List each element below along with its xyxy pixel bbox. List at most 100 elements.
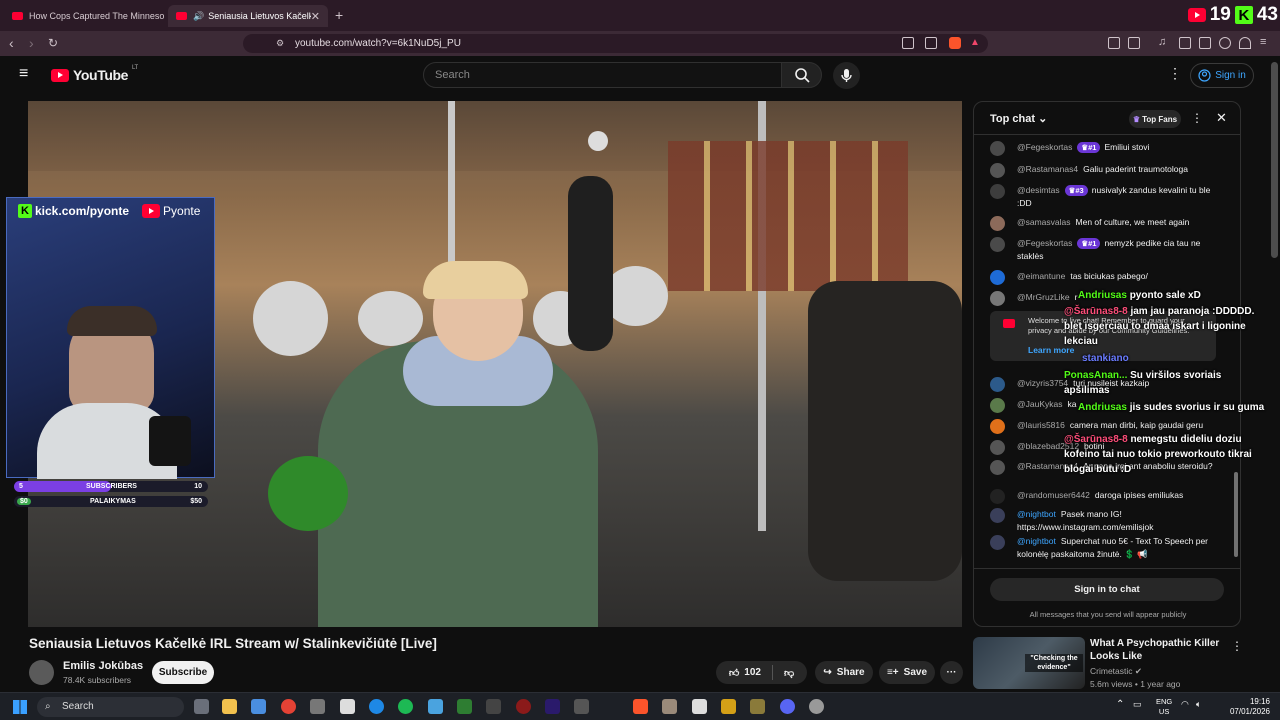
discord-icon[interactable] [780,699,795,714]
network-icon[interactable]: ▭ [1133,699,1142,710]
search-button[interactable] [781,62,822,88]
chat-author[interactable]: @eimantune [1017,271,1065,281]
photos-icon[interactable] [428,699,443,714]
sidebar-icon[interactable] [1179,37,1191,49]
edge-icon[interactable] [369,699,384,714]
app-icon[interactable] [692,699,707,714]
app-icon[interactable] [310,699,325,714]
reload-icon[interactable]: ↻ [48,36,58,50]
recommended-thumbnail[interactable]: "Checking the evidence" [973,637,1085,689]
close-chat-icon[interactable]: ✕ [1216,110,1227,126]
page-scroll-thumb[interactable] [1271,62,1278,258]
share-label: Share [836,667,865,678]
back-icon[interactable]: ‹ [9,35,14,51]
overlay-username: @Šarūnas8-8 [1064,434,1128,445]
app-icon[interactable] [662,699,677,714]
brave-rewards-icon[interactable]: ▲ [970,37,980,48]
chat-mode-dropdown[interactable]: Top chat ⌄ [990,112,1047,125]
app-icon[interactable] [750,699,765,714]
vpn-icon[interactable] [1239,37,1251,49]
recommended-more-icon[interactable]: ⋮ [1231,639,1243,653]
hamburger-menu-icon[interactable]: ≡ [19,65,28,83]
search-input[interactable]: Search [423,62,782,88]
chat-author[interactable]: @Fegeskortas [1017,142,1072,152]
sign-in-to-chat-button[interactable]: Sign in to chat [990,578,1224,601]
subscribe-button[interactable]: Subscribe [152,661,214,684]
youtube-channel-name: Pyonte [163,204,201,218]
address-field[interactable]: ⚙ youtube.com/watch?v=6k1NuD5j_PU [243,34,988,53]
close-tab-icon[interactable]: ✕ [311,10,320,23]
chrome-icon[interactable] [281,699,296,714]
save-button[interactable]: ≡+ Save [879,661,935,684]
app-icon[interactable] [721,699,736,714]
wallet-icon[interactable] [1199,37,1211,49]
chat-scrollbar[interactable] [1234,142,1238,562]
extensions-icon[interactable] [1108,37,1120,49]
like-button[interactable]: 👍︎ 102 [729,667,761,679]
taskbar-search[interactable]: ⌕ Search [37,697,184,717]
screenshot-icon[interactable] [1128,37,1140,49]
input-language[interactable]: ENG US [1156,697,1172,717]
chat-message: @nightbot Pasek mano IG! https://www.inst… [990,508,1226,534]
recommended-title[interactable]: What A Psychopathic Killer Looks Like [1090,637,1225,663]
tray-chevron-icon[interactable]: ⌃ [1116,699,1124,710]
chat-author[interactable]: @lauris5816 [1017,420,1065,430]
browser-tab-active[interactable]: 🔊 Seniausia Lietuvos Kačelkė IRL ✕ [168,5,328,27]
site-info-icon[interactable]: ⚙ [276,34,284,53]
dislike-button[interactable]: 👎︎ [784,667,794,679]
recommended-channel[interactable]: Crimetastic ✔ [1090,666,1142,677]
browser-tab[interactable]: How Cops Captured The Minnesota [4,5,164,27]
obs-icon[interactable] [809,699,824,714]
sign-in-button[interactable]: Sign in [1190,63,1254,88]
leo-icon[interactable] [1219,37,1231,49]
volume-icon[interactable]: 🔈︎ [1196,699,1201,710]
new-tab-icon[interactable]: + [335,7,343,23]
top-fan-badge: ♛#1 [1077,238,1101,249]
brave-icon[interactable] [633,699,648,714]
store-icon[interactable] [251,699,266,714]
youtube-logo[interactable]: YouTube LT [51,65,138,83]
chat-author[interactable]: @MrGruzLike [1017,292,1070,302]
page-scrollbar[interactable] [1269,56,1280,692]
app-icon[interactable] [574,699,589,714]
chat-author[interactable]: @nightbot [1017,536,1056,546]
chat-author[interactable]: @nightbot [1017,509,1056,519]
forward-icon[interactable]: › [29,35,34,51]
more-actions-button[interactable]: ··· [940,661,963,684]
chat-author[interactable]: @desimtas [1017,185,1060,195]
file-explorer-icon[interactable] [222,699,237,714]
tab-title: How Cops Captured The Minnesota [29,11,164,21]
share-page-icon[interactable] [925,37,937,49]
chat-author[interactable]: @randomuser6442 [1017,490,1090,500]
app-icon[interactable] [457,699,472,714]
youtube-header: ≡ YouTube LT Search ⋮ Sign in [0,56,1268,96]
chat-author[interactable]: @Fegeskortas [1017,238,1072,248]
app-icon[interactable] [486,699,501,714]
channel-avatar[interactable] [29,660,54,685]
top-fan-badge: ♛#1 [1077,142,1101,153]
chat-scroll-thumb[interactable] [1234,472,1238,557]
top-fans-button[interactable]: ♛ Top Fans [1129,110,1181,128]
channel-name[interactable]: Emilis Jokūbas [63,660,143,672]
subscribers-goal-bar: 5 SUBSCRIBERS 10 [14,481,208,492]
chat-author[interactable]: @vizyris3754 [1017,378,1068,388]
task-view-icon[interactable] [194,699,209,714]
spotify-icon[interactable] [398,699,413,714]
premiere-icon[interactable] [545,699,560,714]
windows-start-icon[interactable] [13,700,27,714]
chat-author[interactable]: @samasvalas [1017,217,1071,227]
app-icon[interactable] [516,699,531,714]
menu-icon[interactable]: ≡ [1260,36,1266,48]
app-icon[interactable] [340,699,355,714]
brave-shields-icon[interactable] [949,37,961,49]
system-clock[interactable]: 19:16 07/01/2026 [1218,697,1270,717]
media-icon[interactable]: ♫ [1158,36,1166,48]
wifi-icon[interactable]: ◠ [1181,699,1189,710]
more-options-icon[interactable]: ⋮ [1168,65,1182,82]
chat-author[interactable]: @Rastamanas4 [1017,164,1078,174]
chat-more-icon[interactable]: ⋮ [1191,111,1203,125]
share-button[interactable]: ↪ Share [815,661,873,684]
voice-search-button[interactable] [833,62,860,89]
chat-author[interactable]: @JauKykas [1017,399,1062,409]
cast-icon[interactable] [902,37,914,49]
